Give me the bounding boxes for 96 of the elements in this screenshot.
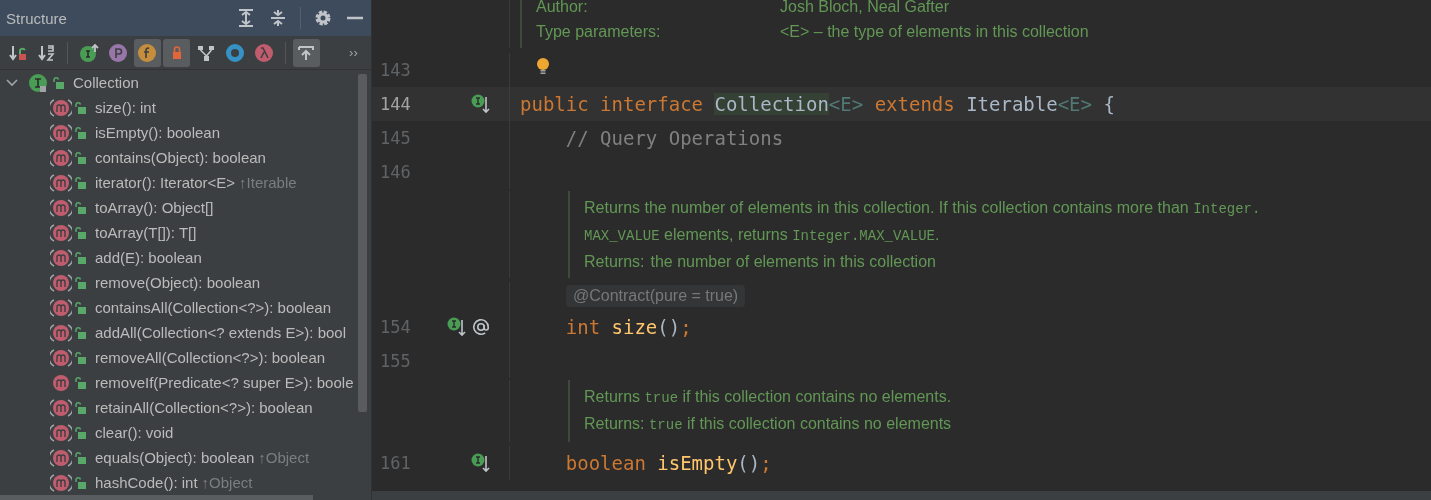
abstract-method-icon bbox=[50, 197, 72, 218]
abstract-method-icon bbox=[50, 472, 72, 493]
tree-item[interactable]: removeIf(Predicate<? super E>): boole bbox=[95, 374, 354, 391]
inherited-icon bbox=[78, 42, 99, 63]
tree-item[interactable]: Collection bbox=[73, 74, 139, 91]
unlocked-icon bbox=[75, 275, 87, 290]
interface-icon bbox=[28, 72, 50, 93]
implemented-icon[interactable] bbox=[471, 452, 491, 474]
tree-item[interactable]: contains(Object): boolean bbox=[95, 149, 266, 166]
unlocked-icon bbox=[75, 300, 87, 315]
fields-icon bbox=[137, 42, 158, 63]
tree-item[interactable]: iterator(): Iterator<E> bbox=[95, 174, 236, 191]
doc-text: Josh Bloch, Neal Gafter bbox=[780, 0, 949, 15]
sort-alphabetically-icon bbox=[36, 42, 57, 63]
unlocked-icon bbox=[75, 350, 87, 365]
scrollbar[interactable] bbox=[358, 74, 367, 412]
line-number: 155 bbox=[379, 351, 412, 371]
doc-label: Author: bbox=[536, 0, 589, 17]
properties-icon bbox=[108, 42, 129, 63]
line-number: 161 bbox=[379, 453, 412, 473]
abstract-method-icon bbox=[50, 222, 72, 243]
doc-text: MAX_VALUE elements, returns Integer.MAX_VALUE. bbox=[584, 225, 941, 246]
tree-item[interactable]: addAll(Collection<? extends E>): bool bbox=[95, 324, 346, 341]
abstract-method-icon bbox=[50, 297, 72, 318]
abstract-method-icon bbox=[50, 272, 72, 293]
tree-item[interactable]: removeAll(Collection<?>): boolean bbox=[95, 349, 326, 366]
fields-toggle[interactable] bbox=[133, 38, 161, 67]
unlocked-icon bbox=[53, 75, 65, 90]
lightbulb-icon[interactable] bbox=[536, 57, 550, 75]
unlocked-icon bbox=[75, 425, 87, 440]
settings-icon[interactable] bbox=[313, 8, 333, 28]
tree-item[interactable]: isEmpty(): boolean bbox=[95, 124, 221, 141]
implemented-icon[interactable] bbox=[447, 316, 467, 338]
unlocked-icon bbox=[75, 200, 87, 215]
abstract-method-icon bbox=[50, 447, 72, 468]
abstract-method-icon bbox=[50, 172, 72, 193]
method-icon bbox=[50, 372, 72, 393]
unlocked-icon bbox=[75, 400, 87, 415]
unlocked-icon bbox=[75, 475, 87, 490]
tree-item[interactable]: add(E): boolean bbox=[95, 249, 202, 266]
doc-text: <E> – the type of elements in this collection bbox=[780, 23, 1089, 40]
tree-item[interactable]: hashCode(): int bbox=[95, 474, 198, 491]
line-number: 143 bbox=[379, 60, 412, 80]
unlocked-icon bbox=[75, 100, 87, 115]
doc-text: Returns: true if this collection contains no elements bbox=[584, 414, 952, 435]
code-line: // Query Operations bbox=[564, 127, 784, 149]
abstract-method-icon bbox=[50, 322, 72, 343]
unlocked-icon bbox=[75, 250, 87, 265]
tree-item[interactable]: toArray(T[]): T[] bbox=[95, 224, 197, 241]
tree-item[interactable]: toArray(): Object[] bbox=[95, 199, 214, 216]
doc-text: Returns the number of elements in this collection. If this collection contains more than Integer. bbox=[584, 198, 1261, 219]
code-line: boolean isEmpty(); bbox=[564, 452, 772, 474]
abstract-method-icon bbox=[50, 247, 72, 268]
panel-title: Structure bbox=[6, 9, 68, 27]
tree-item[interactable]: retainAll(Collection<?>): boolean bbox=[95, 399, 313, 416]
autoscroll-toggle[interactable] bbox=[292, 38, 320, 67]
line-number: 145 bbox=[379, 128, 412, 148]
lambdas-icon bbox=[254, 42, 275, 63]
tree-item[interactable]: remove(Object): boolean bbox=[95, 274, 261, 291]
line-number: 146 bbox=[379, 162, 412, 182]
inherited-from: ↑Object bbox=[201, 474, 253, 491]
doc-label: Returns: bbox=[584, 252, 645, 272]
tree-item[interactable]: clear(): void bbox=[95, 424, 174, 441]
unlocked-icon bbox=[75, 125, 87, 140]
non-public-toggle[interactable] bbox=[162, 38, 191, 67]
doc-text: Returns true if this collection contains no elements. bbox=[584, 387, 952, 408]
abstract-method-icon bbox=[50, 97, 72, 118]
unlocked-icon bbox=[75, 375, 87, 390]
scrollbar[interactable] bbox=[0, 495, 313, 500]
abstract-method-icon bbox=[50, 422, 72, 443]
inherited-from: ↑Object bbox=[258, 449, 310, 466]
line-number: 154 bbox=[379, 317, 412, 337]
inherited-from: ↑Iterable bbox=[239, 174, 297, 191]
more-button[interactable]: ›› bbox=[339, 38, 367, 67]
tree-item[interactable]: containsAll(Collection<?>): boolean bbox=[95, 299, 331, 316]
unlocked-icon bbox=[75, 150, 87, 165]
unlocked-icon bbox=[75, 450, 87, 465]
unlocked-icon bbox=[75, 175, 87, 190]
unlocked-icon bbox=[75, 325, 87, 340]
line-number: 144 bbox=[379, 94, 412, 114]
implemented-icon[interactable] bbox=[471, 93, 491, 115]
ring-icon bbox=[224, 42, 245, 63]
abstract-method-icon bbox=[50, 397, 72, 418]
unlocked-icon bbox=[75, 225, 87, 240]
code-line: int size(); bbox=[564, 316, 692, 338]
tree-item[interactable]: size(): int bbox=[95, 99, 156, 116]
at-sign-icon[interactable] bbox=[471, 316, 491, 338]
abstract-method-icon bbox=[50, 122, 72, 143]
abstract-method-icon bbox=[50, 147, 72, 168]
expand-all-icon[interactable] bbox=[236, 8, 256, 28]
doc-text: the number of elements in this collection bbox=[650, 253, 936, 270]
collapse-all-icon[interactable] bbox=[268, 8, 288, 28]
tree-item[interactable]: equals(Object): boolean bbox=[95, 449, 255, 466]
abstract-method-icon bbox=[50, 347, 72, 368]
doc-label: Type parameters: bbox=[536, 22, 662, 42]
code-line: public interface Collection<E> extends Iterable<E> { bbox=[520, 93, 1115, 115]
